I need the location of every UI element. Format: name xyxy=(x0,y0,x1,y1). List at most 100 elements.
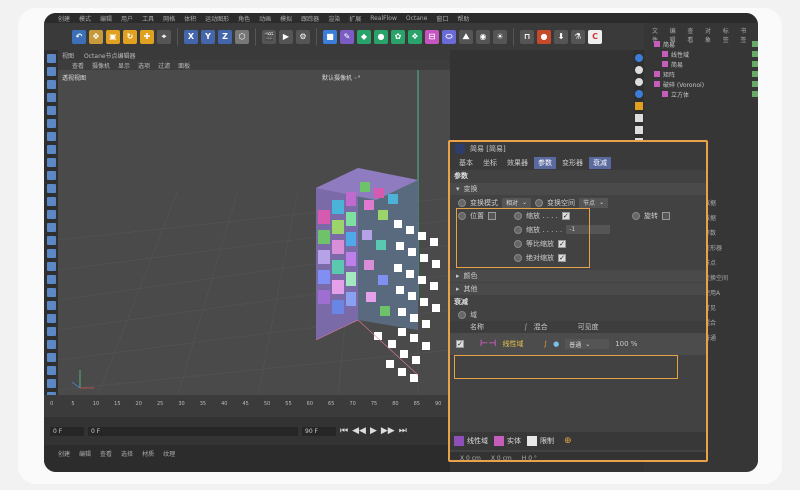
attribute-tab[interactable]: 基本 xyxy=(455,157,477,169)
rotate-icon[interactable]: ↻ xyxy=(123,29,137,44)
plugin-icon[interactable]: ⚗ xyxy=(571,29,585,44)
mograph-icon[interactable]: ✿ xyxy=(391,29,405,44)
octane-icon[interactable]: ● xyxy=(537,29,551,44)
material-menu-item[interactable]: 纹理 xyxy=(163,449,175,472)
object-manager-tab[interactable]: 对象 xyxy=(705,26,717,44)
tool-icon[interactable] xyxy=(46,327,56,336)
view-icon[interactable] xyxy=(635,102,643,110)
light-icon[interactable]: ☀ xyxy=(493,29,507,44)
rotation-checkbox[interactable] xyxy=(662,211,670,220)
transform-space-select[interactable]: 节点 ⌄ xyxy=(579,197,609,208)
attribute-tab[interactable]: 参数 xyxy=(534,157,556,169)
timeline[interactable]: 0 5 10 15 20 25 30 35 40 45 50 55 60 65 70 75 80 85 90 xyxy=(44,395,450,417)
visibility-checkbox[interactable] xyxy=(752,41,758,47)
attribute-tab[interactable]: 效果器 xyxy=(503,157,532,169)
material-menu-item[interactable]: 材质 xyxy=(142,449,154,472)
menu-item[interactable]: 工具 xyxy=(142,14,154,23)
tool-icon[interactable] xyxy=(46,158,56,167)
transform-mode-select[interactable]: 相对 ⌄ xyxy=(502,197,532,208)
object-row[interactable]: 简易 xyxy=(654,39,758,49)
visibility-checkbox[interactable] xyxy=(752,91,758,97)
menu-item[interactable]: 体积 xyxy=(184,14,196,23)
coordinate-field[interactable]: H 0 ° xyxy=(522,455,537,461)
object-row[interactable]: 矩阵 xyxy=(654,69,758,79)
menu-item[interactable]: 编辑 xyxy=(100,14,112,23)
tool-icon[interactable] xyxy=(46,184,56,193)
animate-dot-icon[interactable] xyxy=(535,198,544,207)
menu-item[interactable]: 创建 xyxy=(58,14,70,23)
object-manager-tab[interactable]: 查看 xyxy=(687,26,699,44)
viewport-menu-item[interactable]: 显示 xyxy=(118,61,130,70)
transform-group[interactable]: ▾ 变换 xyxy=(450,183,706,195)
object-row[interactable]: 立方体 xyxy=(654,89,758,99)
object-row[interactable]: 线性域 xyxy=(654,49,758,59)
blend-mode-select[interactable]: 普通 ⌄ xyxy=(565,339,610,349)
viewport-menu-item[interactable]: 面板 xyxy=(178,61,190,70)
visibility-checkbox[interactable] xyxy=(752,51,758,57)
tool-icon[interactable] xyxy=(46,340,56,349)
tool-icon[interactable] xyxy=(46,353,56,362)
render-view-icon[interactable]: 🎬 xyxy=(262,29,276,44)
goto-end-icon[interactable]: ⏭ xyxy=(399,426,407,436)
visibility-checkbox[interactable] xyxy=(752,71,758,77)
node-editor-tab[interactable]: Octane节点编辑器 xyxy=(84,51,136,60)
tool-icon[interactable] xyxy=(46,275,56,284)
scale-icon[interactable]: ▣ xyxy=(106,29,120,44)
field-tool-button[interactable]: 线性域 xyxy=(454,436,488,446)
add-layer-icon[interactable]: ⊕ xyxy=(564,436,572,446)
menu-item[interactable]: 帮助 xyxy=(457,14,469,23)
menu-item[interactable]: 跟踪器 xyxy=(301,14,319,23)
animate-dot-icon[interactable] xyxy=(458,310,466,319)
prev-key-icon[interactable]: ◀◀ xyxy=(352,426,366,436)
move-icon[interactable]: ✥ xyxy=(89,29,103,44)
attribute-tab[interactable]: 变形器 xyxy=(558,157,587,169)
tool-icon[interactable] xyxy=(46,106,56,115)
material-menu-item[interactable]: 编辑 xyxy=(79,449,91,472)
play-icon[interactable]: ▶ xyxy=(370,426,377,436)
download-icon[interactable]: ⬇ xyxy=(554,29,568,44)
field-icon[interactable]: ⊟ xyxy=(425,29,439,44)
camera-name[interactable]: 默认摄像机 ◦° xyxy=(322,73,360,82)
render-picture-icon[interactable]: ▶ xyxy=(279,29,293,44)
field-tool-button[interactable]: 实体 xyxy=(494,436,521,446)
menu-item[interactable]: 模拟 xyxy=(280,14,292,23)
view-icon[interactable] xyxy=(635,114,643,122)
viewport-menu-item[interactable]: 摄像机 xyxy=(92,61,110,70)
viewport-menu-item[interactable]: 选项 xyxy=(138,61,150,70)
end-frame-field[interactable]: 90 F xyxy=(302,426,336,436)
y-axis-icon[interactable]: Y xyxy=(201,29,215,44)
next-key-icon[interactable]: ▶▶ xyxy=(381,426,395,436)
material-menu-item[interactable]: 创建 xyxy=(58,449,70,472)
other-group[interactable]: ▸ 其他 xyxy=(450,283,706,295)
tool-icon[interactable] xyxy=(46,80,56,89)
goto-start-icon[interactable]: ⏮ xyxy=(340,426,348,436)
menu-item[interactable]: 渲染 xyxy=(328,14,340,23)
object-row[interactable]: 破碎 (Voronoi) xyxy=(654,79,758,89)
tool-icon[interactable] xyxy=(46,132,56,141)
viewport-menu-item[interactable]: 查看 xyxy=(72,61,84,70)
object-row[interactable]: 简易 xyxy=(654,59,758,69)
menu-item[interactable]: 用户 xyxy=(121,14,133,23)
field-enable-checkbox[interactable]: ✓ xyxy=(456,340,464,348)
visibility-value[interactable]: 100 % xyxy=(615,340,637,348)
object-manager-tab[interactable]: 标签 xyxy=(723,26,735,44)
current-frame-field[interactable]: 0 F xyxy=(88,426,298,436)
deformer-icon[interactable]: ⬭ xyxy=(442,29,456,44)
tool-icon[interactable] xyxy=(46,236,56,245)
tool-icon[interactable] xyxy=(46,54,56,63)
tool-icon[interactable] xyxy=(46,314,56,323)
z-axis-icon[interactable]: Z xyxy=(218,29,232,44)
view-icon[interactable] xyxy=(635,78,643,86)
attribute-tab[interactable]: 衰减 xyxy=(589,157,611,169)
tool-icon[interactable] xyxy=(46,93,56,102)
visibility-checkbox[interactable] xyxy=(752,81,758,87)
tool-icon[interactable] xyxy=(46,197,56,206)
tool-icon[interactable] xyxy=(46,145,56,154)
tool-icon[interactable] xyxy=(46,366,56,375)
scene-icon[interactable]: ⛰ xyxy=(459,29,473,44)
tool-icon[interactable] xyxy=(46,379,56,388)
view-icon[interactable] xyxy=(635,90,643,98)
tool-icon[interactable] xyxy=(46,249,56,258)
tool-icon[interactable] xyxy=(46,288,56,297)
view-icon[interactable] xyxy=(635,54,643,62)
